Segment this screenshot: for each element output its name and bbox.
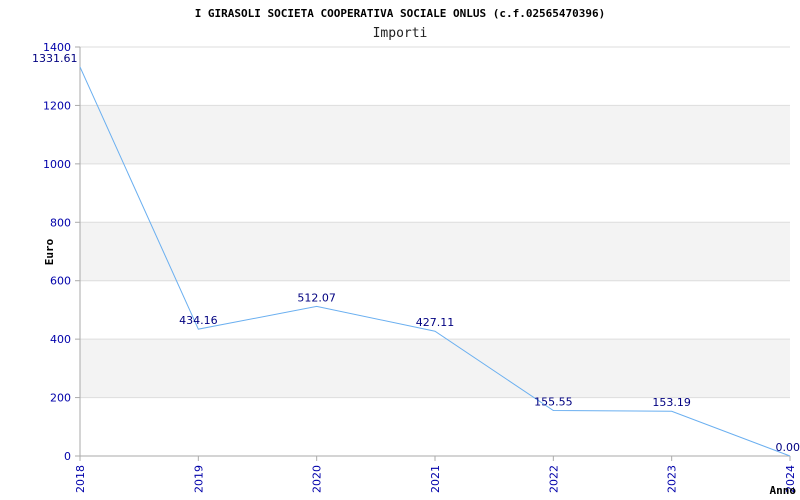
y-tick-label: 0 [64, 450, 71, 463]
line-chart: 0200400600800100012001400 2018 2019 2020 20… [32, 7, 800, 497]
data-label: 434.16 [179, 314, 218, 327]
y-tick-label: 800 [50, 216, 71, 229]
x-tick-label: 2019 [192, 465, 205, 493]
data-label: 153.19 [652, 396, 691, 409]
plot-background-bands [80, 105, 790, 398]
x-tick-label: 2018 [74, 465, 87, 493]
chart-title: I GIRASOLI SOCIETA COOPERATIVA SOCIALE O… [195, 7, 606, 20]
grid-band [80, 105, 790, 164]
data-label: 155.55 [534, 396, 573, 409]
data-label: 1331.61 [32, 52, 78, 65]
data-label: 427.11 [416, 316, 455, 329]
y-tick-label: 1200 [43, 99, 71, 112]
y-tick-label: 1000 [43, 158, 71, 171]
x-tick-label: 2021 [429, 465, 442, 493]
y-tick-label: 400 [50, 333, 71, 346]
x-tick-labels: 2018 2019 2020 2021 2022 2023 2024 [74, 465, 797, 493]
x-tick-label: 2023 [666, 465, 679, 493]
y-tick-label: 600 [50, 275, 71, 288]
chart-subtitle: Importi [373, 26, 428, 41]
x-axis-label: Anno [770, 484, 797, 497]
x-tick-label: 2022 [547, 465, 560, 493]
data-label: 0.00 [776, 441, 800, 454]
data-label: 512.07 [297, 291, 336, 304]
grid-band [80, 339, 790, 398]
y-tick-label: 200 [50, 392, 71, 405]
x-tick-label: 2020 [311, 465, 324, 493]
grid-band [80, 222, 790, 281]
y-axis-label: Euro [43, 238, 56, 265]
